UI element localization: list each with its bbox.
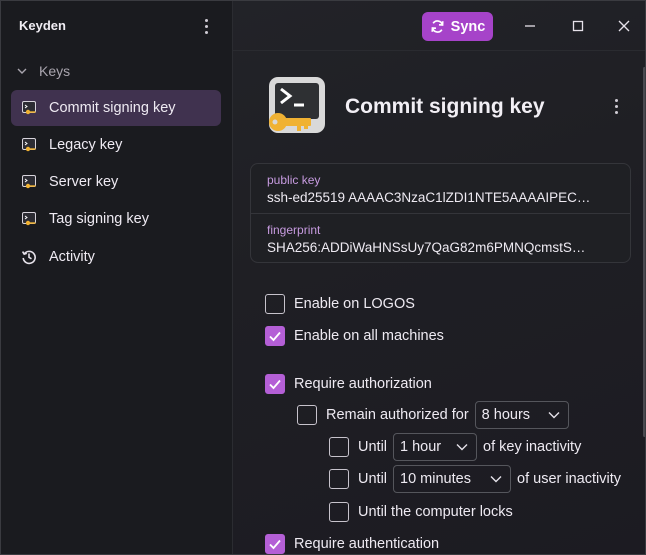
sidebar-item-activity[interactable]: Activity	[11, 239, 221, 275]
chevron-down-icon	[456, 444, 468, 451]
require-authentication-label: Require authentication	[294, 536, 440, 552]
enable-all-machines-label: Enable on all machines	[294, 328, 444, 344]
keys-group-toggle[interactable]: Keys	[17, 59, 217, 83]
sidebar-item-label: Server key	[49, 174, 119, 190]
enable-logos-label: Enable on LOGOS	[294, 296, 415, 312]
sidebar-item-legacy-key[interactable]: Legacy key	[11, 127, 221, 163]
user-inactivity-value: 10 minutes	[400, 471, 471, 487]
sidebar-item-commit-signing-key[interactable]: Commit signing key	[11, 90, 221, 126]
public-key-row[interactable]: public key ssh-ed25519 AAAAC3NzaC1lZDI1N…	[251, 164, 630, 214]
key-title: Commit signing key	[345, 95, 545, 118]
history-icon	[21, 249, 37, 265]
require-authentication-option: Require authentication	[265, 532, 440, 554]
chevron-down-icon	[17, 68, 27, 74]
public-key-label: public key	[267, 173, 321, 187]
require-authorization-checkbox[interactable]	[265, 374, 285, 394]
remain-authorized-checkbox[interactable]	[297, 405, 317, 425]
key-menu-icon[interactable]	[606, 95, 626, 117]
remain-authorized-option: Remain authorized for 8 hours	[297, 401, 569, 429]
until-key-inactivity-checkbox[interactable]	[329, 437, 349, 457]
key-image-icon	[21, 100, 37, 116]
checkmark-icon	[269, 379, 281, 390]
sidebar-item-label: Commit signing key	[49, 100, 176, 116]
sync-label: Sync	[450, 18, 486, 35]
until-computer-locks-option: Until the computer locks	[329, 500, 513, 524]
chevron-down-icon	[548, 412, 560, 419]
sidebar-item-tag-signing-key[interactable]: Tag signing key	[11, 201, 221, 237]
until-key-inactivity-option: Until 1 hour of key inactivity	[329, 433, 581, 461]
until-key-inactivity-suffix: of key inactivity	[483, 439, 582, 455]
enable-logos-checkbox[interactable]	[265, 294, 285, 314]
key-inactivity-value: 1 hour	[400, 439, 442, 455]
sidebar-item-label: Legacy key	[49, 137, 123, 153]
sidebar-item-server-key[interactable]: Server key	[11, 164, 221, 200]
require-authorization-option: Require authorization	[265, 372, 432, 396]
keys-group-label: Keys	[39, 63, 71, 79]
enable-all-machines-option: Enable on all machines	[265, 324, 444, 348]
key-image-icon	[21, 174, 37, 190]
remain-authorized-label: Remain authorized for	[326, 407, 469, 423]
user-inactivity-select[interactable]: 10 minutes	[393, 465, 512, 493]
checkmark-icon	[269, 539, 281, 550]
checkmark-icon	[269, 331, 281, 342]
enable-all-machines-checkbox[interactable]	[265, 326, 285, 346]
fingerprint-label: fingerprint	[267, 223, 321, 237]
sidebar-item-label: Tag signing key	[49, 211, 149, 227]
sidebar-menu-icon[interactable]	[196, 15, 216, 37]
fingerprint-row[interactable]: fingerprint SHA256:ADDiWaHNSsUy7QaG82m6P…	[251, 214, 630, 262]
maximize-icon[interactable]	[568, 16, 588, 36]
public-key-value: ssh-ed25519 AAAAC3NzaC1lZDI1NTE5AAAAIPEC…	[267, 190, 591, 205]
enable-logos-option: Enable on LOGOS	[265, 292, 415, 316]
until-user-inactivity-prefix: Until	[358, 471, 388, 487]
require-authorization-label: Require authorization	[294, 376, 432, 392]
app-window: Keyden Keys Commit signing key Legacy ke…	[0, 0, 646, 555]
until-user-inactivity-checkbox[interactable]	[329, 469, 349, 489]
minimize-icon[interactable]	[520, 16, 540, 36]
sidebar-header: Keyden	[1, 1, 233, 51]
terminal-key-logo-icon	[269, 77, 325, 133]
until-computer-locks-checkbox[interactable]	[329, 502, 349, 522]
chevron-down-icon	[490, 476, 502, 483]
close-icon[interactable]	[614, 16, 634, 36]
fingerprint-value: SHA256:ADDiWaHNSsUy7QaG82m6PMNQcmstS…	[267, 240, 586, 255]
key-image-icon	[21, 137, 37, 153]
titlebar: Sync	[233, 1, 645, 51]
sidebar-item-label: Activity	[49, 249, 95, 265]
key-image-icon	[21, 211, 37, 227]
until-user-inactivity-suffix: of user inactivity	[517, 471, 621, 487]
key-info-card: public key ssh-ed25519 AAAAC3NzaC1lZDI1N…	[250, 163, 631, 263]
sync-icon	[431, 20, 444, 33]
remain-authorized-value: 8 hours	[481, 407, 531, 423]
until-key-inactivity-prefix: Until	[358, 439, 388, 455]
require-authentication-checkbox[interactable]	[265, 534, 285, 554]
sidebar: Keyden Keys Commit signing key Legacy ke…	[1, 1, 233, 554]
remain-authorized-select[interactable]: 8 hours	[474, 401, 569, 429]
key-inactivity-select[interactable]: 1 hour	[393, 433, 478, 461]
until-computer-locks-label: Until the computer locks	[358, 504, 513, 520]
main-pane: Sync Commit signing key public key ssh-e…	[233, 1, 645, 554]
sync-button[interactable]: Sync	[422, 12, 493, 41]
app-title: Keyden	[19, 18, 66, 33]
until-user-inactivity-option: Until 10 minutes of user inactivity	[329, 465, 621, 493]
